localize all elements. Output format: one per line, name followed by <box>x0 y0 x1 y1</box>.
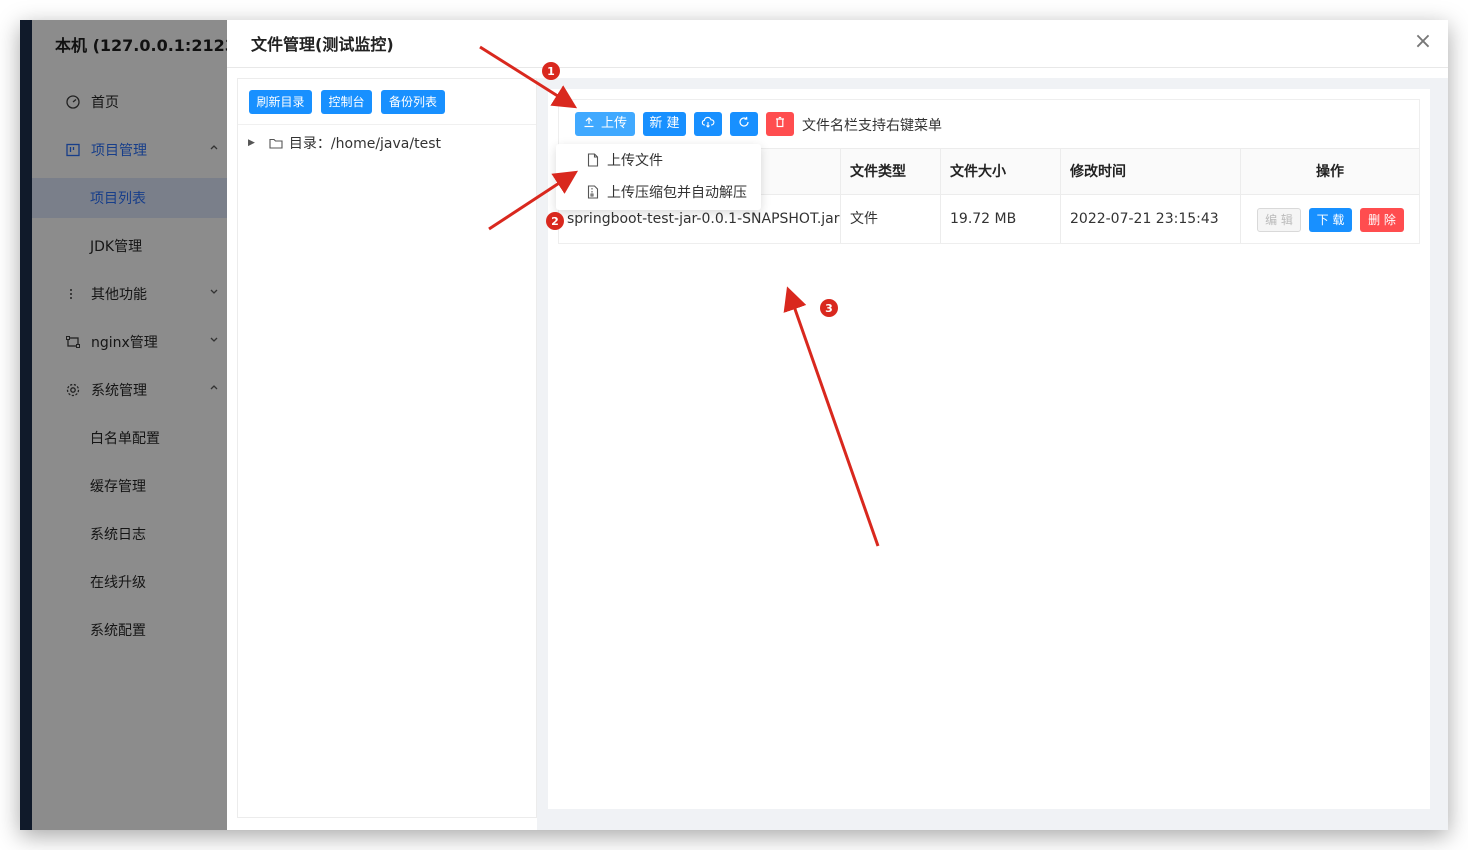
file-zip-icon <box>587 185 599 199</box>
sidebar: 本机 (127.0.0.1:2123) 首页 项目管理 项目列表 JDK管理 其… <box>32 20 243 830</box>
refresh-button[interactable] <box>730 112 758 136</box>
sidebar-item-other[interactable]: 其他功能 <box>32 274 227 314</box>
upload-icon <box>584 117 594 128</box>
new-button[interactable]: 新 建 <box>643 112 686 136</box>
col-header-mtime: 修改时间 <box>1060 149 1240 195</box>
col-header-ops: 操作 <box>1240 149 1419 195</box>
screenshot-stage: 本机 (127.0.0.1:2123) 首页 项目管理 项目列表 JDK管理 其… <box>0 0 1468 850</box>
dialog-title: 文件管理(测试监控) <box>251 35 394 54</box>
sidebar-item-label: 项目管理 <box>91 143 147 159</box>
sidebar-item-label: 项目列表 <box>90 191 146 207</box>
delete-button[interactable]: 删 除 <box>1360 208 1404 232</box>
sidebar-item-system[interactable]: 系统管理 <box>32 370 227 410</box>
more-vertical-icon <box>65 286 81 302</box>
tree-node-root[interactable]: ▶ 目录：/home/java/test <box>248 133 441 153</box>
sidebar-item-label: 在线升级 <box>90 575 146 591</box>
sidebar-item-project-management[interactable]: 项目管理 <box>32 130 227 170</box>
sidebar-item-cache[interactable]: 缓存管理 <box>32 466 227 506</box>
sidebar-item-label: JDK管理 <box>90 239 143 255</box>
sidebar-item-label: nginx管理 <box>91 335 158 351</box>
sidebar-item-label: 首页 <box>91 95 119 111</box>
tree-node-label: 目录：/home/java/test <box>288 136 441 152</box>
refresh-icon <box>739 116 749 127</box>
chevron-up-icon <box>209 142 219 155</box>
trash-icon <box>776 116 784 128</box>
chevron-down-icon <box>209 334 219 347</box>
sidebar-item-label: 缓存管理 <box>90 479 146 495</box>
host-title: 本机 (127.0.0.1:2123) <box>55 36 244 55</box>
upload-button[interactable]: 上传 <box>575 112 635 136</box>
file-mtime-cell: 2022-07-21 23:15:43 <box>1060 195 1240 243</box>
window-left-edge <box>20 20 32 830</box>
download-button[interactable]: 下 载 <box>1309 208 1352 232</box>
sidebar-item-label: 系统管理 <box>91 383 147 399</box>
delete-all-button[interactable] <box>766 112 794 136</box>
caret-right-icon[interactable]: ▶ <box>248 138 255 148</box>
upload-zip-label: 上传压缩包并自动解压 <box>607 185 747 201</box>
sidebar-item-label: 白名单配置 <box>90 431 160 447</box>
backup-list-button[interactable]: 备份列表 <box>381 90 445 114</box>
dialog-header: 文件管理(测试监控) × <box>227 20 1448 68</box>
nginx-icon <box>65 334 81 350</box>
sidebar-item-system-config[interactable]: 系统配置 <box>32 610 227 650</box>
sidebar-item-project-list[interactable]: 项目列表 <box>32 178 227 218</box>
sidebar-item-whitelist[interactable]: 白名单配置 <box>32 418 227 458</box>
upload-file-label: 上传文件 <box>607 153 663 169</box>
app-window: 本机 (127.0.0.1:2123) 首页 项目管理 项目列表 JDK管理 其… <box>20 20 1448 830</box>
sidebar-item-label: 系统日志 <box>90 527 146 543</box>
sidebar-item-nginx[interactable]: nginx管理 <box>32 322 227 362</box>
sidebar-item-home[interactable]: 首页 <box>32 82 227 122</box>
col-header-size: 文件大小 <box>940 149 1060 195</box>
upload-file-menu-item[interactable]: 上传文件 <box>556 144 761 176</box>
upload-dropdown-menu: 上传文件 上传压缩包并自动解压 <box>556 144 761 210</box>
col-header-type: 文件类型 <box>840 149 940 195</box>
cloud-download-icon <box>701 116 715 128</box>
console-button[interactable]: 控制台 <box>321 90 372 114</box>
sidebar-item-jdk[interactable]: JDK管理 <box>32 226 227 266</box>
file-manager-dialog: 文件管理(测试监控) × 刷新目录 控制台 备份列表 ▶ 目录：/home/ja… <box>227 20 1448 830</box>
project-icon <box>65 142 81 158</box>
gear-icon <box>65 382 81 398</box>
sidebar-item-system-log[interactable]: 系统日志 <box>32 514 227 554</box>
refresh-directory-button[interactable]: 刷新目录 <box>249 90 312 114</box>
folder-icon <box>269 138 283 149</box>
file-ops-cell: 编 辑 下 载 删 除 <box>1240 195 1419 243</box>
upload-zip-menu-item[interactable]: 上传压缩包并自动解压 <box>556 176 761 208</box>
dashboard-icon <box>65 94 81 110</box>
remote-download-button[interactable] <box>694 112 722 136</box>
file-toolbar: 上传 新 建 文件名栏支持右键菜单 <box>559 100 1419 149</box>
file-type-cell: 文件 <box>840 195 940 243</box>
upload-button-label: 上传 <box>600 116 627 131</box>
chevron-down-icon <box>209 286 219 299</box>
toolbar-hint: 文件名栏支持右键菜单 <box>802 118 942 134</box>
sidebar-item-label: 系统配置 <box>90 623 146 639</box>
sidebar-item-label: 其他功能 <box>91 287 147 303</box>
chevron-up-icon <box>209 382 219 395</box>
file-size-cell: 19.72 MB <box>940 195 1060 243</box>
tree-toolbar: 刷新目录 控制台 备份列表 <box>238 79 536 125</box>
directory-tree-panel: 刷新目录 控制台 备份列表 ▶ 目录：/home/java/test <box>237 78 537 818</box>
sidebar-item-upgrade[interactable]: 在线升级 <box>32 562 227 602</box>
file-icon <box>587 153 599 167</box>
edit-button[interactable]: 编 辑 <box>1257 208 1301 232</box>
close-icon[interactable]: × <box>1412 31 1434 54</box>
